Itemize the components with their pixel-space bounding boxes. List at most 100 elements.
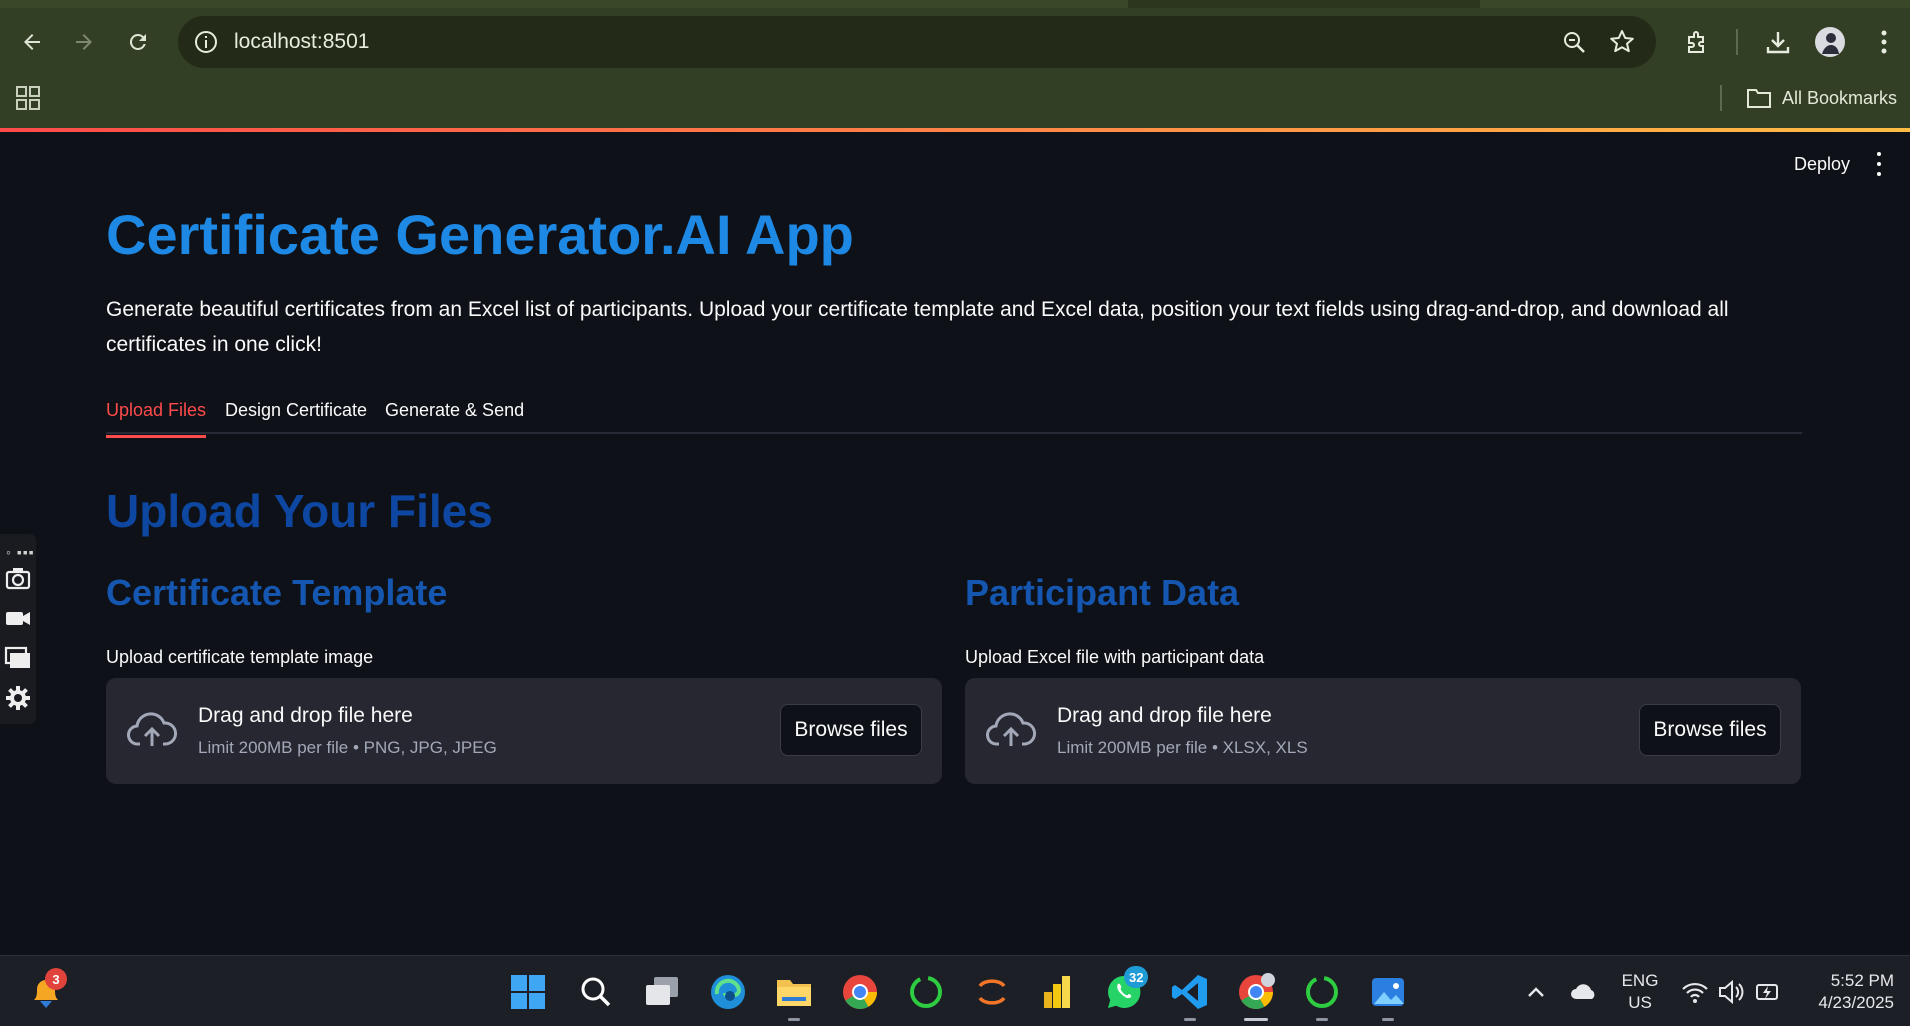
star-icon[interactable] <box>1608 28 1636 56</box>
gear-icon[interactable] <box>4 684 32 712</box>
volume-button[interactable] <box>1716 972 1746 1012</box>
template-upload-label: Upload certificate template image <box>106 647 374 667</box>
battery-button[interactable] <box>1752 972 1782 1012</box>
participants-drop-title: Drag and drop file here <box>1057 704 1272 727</box>
running-indicator <box>788 1018 800 1021</box>
template-browse-button[interactable]: Browse files <box>780 704 922 756</box>
loading-app[interactable] <box>906 972 946 1012</box>
drag-handle[interactable]: ◦ ▪▪▪ <box>6 544 35 560</box>
running-indicator <box>1382 1018 1394 1021</box>
folder-icon <box>1747 89 1771 108</box>
tab-generate-send[interactable]: Generate & Send <box>385 400 524 435</box>
wifi-button[interactable] <box>1680 972 1710 1012</box>
forward-button[interactable] <box>64 22 104 62</box>
onedrive-button[interactable] <box>1568 972 1600 1012</box>
browser-menu-button[interactable] <box>1866 22 1902 62</box>
browser-chrome: localhost:8501 All Bookmarks <box>0 0 1910 132</box>
address-bar[interactable]: localhost:8501 <box>178 16 1656 68</box>
battery-charging-icon <box>1756 984 1778 1000</box>
capture-toolbar: ◦ ▪▪▪ <box>0 534 36 724</box>
arrow-left-icon <box>24 34 40 50</box>
participants-drop-limit: Limit 200MB per file • XLSX, XLS <box>1057 738 1308 757</box>
jupyter-app[interactable] <box>972 972 1012 1012</box>
extensions-button[interactable] <box>1680 22 1716 62</box>
active-indicator <box>1244 1018 1268 1021</box>
windows-logo-icon <box>511 975 545 1009</box>
clock[interactable]: 5:52 PM 4/23/2025 <box>1800 970 1894 1014</box>
running-indicator <box>1184 1018 1196 1021</box>
jupyter-icon <box>978 979 1006 1005</box>
bookmarks-divider <box>1720 85 1722 111</box>
photos-icon <box>1372 978 1404 1006</box>
windows-stack-icon[interactable] <box>4 644 32 672</box>
show-hidden-icons-button[interactable] <box>1524 972 1548 1012</box>
url-text[interactable]: localhost:8501 <box>234 30 369 54</box>
taskbar-search-button[interactable] <box>576 972 616 1012</box>
ring-icon <box>910 976 942 1008</box>
chrome-icon <box>1239 973 1275 1009</box>
chrome-app[interactable] <box>840 972 880 1012</box>
app-main: Deploy Certificate Generator.AI App Gene… <box>0 132 1910 955</box>
running-indicator <box>1316 1018 1328 1021</box>
participants-dropzone[interactable]: Drag and drop file here Limit 200MB per … <box>965 678 1801 784</box>
participants-browse-button[interactable]: Browse files <box>1639 704 1781 756</box>
apps-grid-icon[interactable] <box>14 84 42 112</box>
chrome-app-active[interactable] <box>1236 972 1276 1012</box>
video-camera-icon[interactable] <box>4 604 32 632</box>
profile-avatar[interactable] <box>1812 22 1848 62</box>
site-info-icon[interactable] <box>192 28 220 56</box>
avatar-icon <box>1815 27 1845 57</box>
participants-upload-label: Upload Excel file with participant data <box>965 647 1265 667</box>
wifi-icon <box>1682 982 1708 1003</box>
arrow-right-icon <box>76 34 92 50</box>
template-drop-title: Drag and drop file here <box>198 704 413 727</box>
language-indicator[interactable]: ENG US <box>1620 970 1660 1014</box>
power-bi-icon <box>1044 976 1070 1008</box>
cloud-upload-icon <box>127 712 178 746</box>
reload-button[interactable] <box>118 22 158 62</box>
clock-date: 4/23/2025 <box>1818 993 1894 1012</box>
chevron-up-icon <box>1528 987 1544 997</box>
all-bookmarks-button[interactable]: All Bookmarks <box>1746 84 1897 112</box>
downloads-button[interactable] <box>1760 22 1796 62</box>
notification-badge: 3 <box>45 968 67 990</box>
zoom-icon[interactable] <box>1560 28 1588 56</box>
deploy-button[interactable]: Deploy <box>1784 148 1860 181</box>
vscode-app[interactable] <box>1170 972 1210 1012</box>
task-view-icon <box>646 977 678 1005</box>
ring-icon <box>1306 976 1338 1008</box>
edge-app[interactable] <box>708 972 748 1012</box>
tab-design-certificate[interactable]: Design Certificate <box>225 400 367 435</box>
vscode-icon <box>1172 975 1207 1009</box>
start-button[interactable] <box>508 972 548 1012</box>
template-drop-limit: Limit 200MB per file • PNG, JPG, JPEG <box>198 738 497 757</box>
camera-icon[interactable] <box>4 564 32 592</box>
task-view-button[interactable] <box>642 972 682 1012</box>
language-code: ENG <box>1621 971 1659 990</box>
windows-taskbar: 3 32 ENG US 5:52 PM 4/23/2025 <box>0 955 1910 1026</box>
whatsapp-badge: 32 <box>1124 966 1149 988</box>
photos-app[interactable] <box>1368 972 1408 1012</box>
app-menu-button[interactable] <box>1874 152 1884 176</box>
edge-icon <box>711 975 745 1009</box>
back-button[interactable] <box>12 22 52 62</box>
toolbar-divider <box>1736 29 1738 55</box>
browser-tab[interactable] <box>0 0 1128 8</box>
reload-icon <box>129 33 146 50</box>
folder-icon <box>777 980 811 1006</box>
chrome-icon <box>843 975 877 1009</box>
loading-app-2[interactable] <box>1302 972 1342 1012</box>
tab-bar: Upload Files Design Certificate Generate… <box>106 394 1802 438</box>
file-explorer-app[interactable] <box>774 972 814 1012</box>
page-title: Certificate Generator.AI App <box>106 203 854 266</box>
template-heading: Certificate Template <box>106 572 448 613</box>
cloud-icon <box>1571 984 1595 999</box>
all-bookmarks-label: All Bookmarks <box>1782 87 1898 108</box>
speaker-icon <box>1719 979 1744 1005</box>
tab-upload-files[interactable]: Upload Files <box>106 400 207 438</box>
template-dropzone[interactable]: Drag and drop file here Limit 200MB per … <box>106 678 942 784</box>
region-code: US <box>1628 993 1652 1012</box>
power-bi-app[interactable] <box>1038 972 1078 1012</box>
kebab-menu-icon <box>1881 30 1887 54</box>
browser-tab[interactable] <box>1480 0 1910 8</box>
